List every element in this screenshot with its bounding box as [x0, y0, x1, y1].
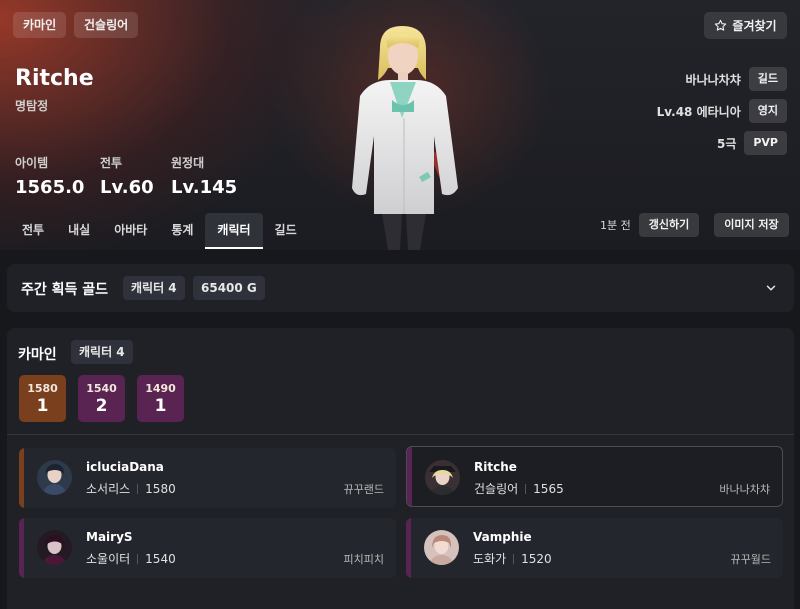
separator: [137, 483, 139, 494]
profile-tabs: 전투 내실 아바타 통계 캐릭터 길드: [10, 213, 309, 249]
stat-value: Lv.145: [171, 177, 238, 198]
divider: [7, 434, 794, 435]
tab-internal[interactable]: 내실: [56, 213, 102, 249]
level-count-value: 1: [36, 396, 49, 416]
save-image-button[interactable]: 이미지 저장: [714, 213, 789, 237]
character-meta: 건슬링어 1565: [474, 480, 564, 497]
pvp-rank: 5극: [716, 136, 737, 151]
pvp-tag: PVP: [744, 131, 787, 155]
weekly-gold-panel[interactable]: 주간 획득 골드 캐릭터 4 65400 G: [7, 264, 794, 312]
character-name: icluciaDana: [86, 460, 164, 474]
character-class: 건슬링어: [474, 482, 519, 496]
character-level: 1565: [533, 481, 564, 496]
card-accent-bar: [406, 518, 411, 578]
last-updated: 1분 전: [600, 219, 631, 232]
character-title: 명탐정: [15, 99, 49, 113]
star-icon: [715, 19, 727, 31]
character-class: 소울이터: [86, 552, 131, 566]
level-count-level: 1580: [27, 382, 58, 395]
character-card[interactable]: MairyS 소울이터 1540 피치피치: [19, 518, 396, 578]
character-guild: 바나나차챠: [719, 483, 770, 496]
estate-info: Lv.48 에타니아 영지: [657, 99, 787, 123]
favorite-label: 즐겨찾기: [732, 19, 777, 33]
server-characters-panel: 카마인 캐릭터 4 1580 1 1540 2 1490 1 icluciaDa…: [7, 328, 794, 609]
tab-characters[interactable]: 캐릭터: [205, 213, 263, 249]
stat-item-level: 아이템 1565.0: [15, 154, 84, 198]
character-guild: 뀨꾸월드: [730, 553, 771, 566]
stat-label: 원정대: [171, 156, 205, 170]
stat-combat-level: 전투 Lv.60: [100, 154, 154, 198]
weekly-gold-amount: 65400 G: [193, 276, 265, 300]
character-meta: 도화가 1520: [473, 550, 552, 567]
weekly-gold-character-count: 캐릭터 4: [123, 276, 185, 300]
character-card[interactable]: icluciaDana 소서리스 1580 뀨꾸랜드: [19, 448, 396, 508]
tab-combat[interactable]: 전투: [10, 213, 56, 249]
character-meta: 소서리스 1580: [86, 480, 176, 497]
guild-tag: 길드: [748, 67, 787, 91]
avatar: [37, 460, 72, 495]
pvp-info: 5극 PVP: [717, 131, 787, 155]
tab-guild[interactable]: 길드: [263, 213, 309, 249]
server-character-count: 캐릭터 4: [71, 340, 133, 364]
character-card-selected[interactable]: Ritche 건슬링어 1565 바나나차챠: [406, 446, 783, 507]
update-controls: 1분 전 갱신하기 이미지 저장: [600, 213, 789, 237]
chevron-down-icon[interactable]: [764, 281, 778, 295]
character-guild: 피치피치: [343, 553, 384, 566]
level-count-box: 1580 1: [19, 375, 66, 422]
level-count-level: 1540: [86, 382, 117, 395]
character-level: 1580: [145, 481, 176, 496]
avatar: [37, 530, 72, 565]
character-name: Ritche: [474, 460, 517, 474]
character-name: Vamphie: [473, 530, 532, 544]
tab-statistics[interactable]: 통계: [159, 213, 205, 249]
character-card[interactable]: Vamphie 도화가 1520 뀨꾸월드: [406, 518, 783, 578]
character-class: 소서리스: [86, 482, 131, 496]
favorite-button[interactable]: 즐겨찾기: [704, 12, 787, 39]
character-name: MairyS: [86, 530, 133, 544]
tab-avatar[interactable]: 아바타: [102, 213, 159, 249]
character-guild: 뀨꾸랜드: [343, 483, 384, 496]
character-meta: 소울이터 1540: [86, 550, 176, 567]
character-level: 1540: [145, 551, 176, 566]
separator: [137, 553, 139, 564]
card-accent-bar: [19, 448, 24, 508]
character-portrait: [352, 26, 458, 250]
separator: [513, 553, 515, 564]
weekly-gold-title: 주간 획득 골드: [21, 282, 109, 298]
stat-value: 1565.0: [15, 177, 85, 198]
stat-expedition-level: 원정대 Lv.145: [171, 154, 237, 198]
card-accent-bar: [19, 518, 24, 578]
level-count-box: 1540 2: [78, 375, 125, 422]
estate-tag: 영지: [748, 99, 787, 123]
server-chip: 카마인: [13, 12, 67, 38]
separator: [525, 483, 527, 494]
level-count-value: 1: [154, 396, 167, 416]
character-class: 도화가: [473, 552, 507, 566]
class-chip: 건슬링어: [74, 12, 139, 38]
card-accent-bar: [407, 447, 412, 506]
profile-header: 카마인 건슬링어 Ritche 명탐정 아이템 1565.0 전투 Lv.60 …: [0, 0, 800, 250]
avatar: [425, 460, 460, 495]
stat-label: 아이템: [15, 156, 49, 170]
refresh-button[interactable]: 갱신하기: [638, 213, 700, 237]
character-name: Ritche: [15, 66, 94, 91]
avatar: [424, 530, 459, 565]
estate-name: Lv.48 에타니아: [656, 104, 741, 119]
level-count-value: 2: [95, 396, 108, 416]
character-level: 1520: [521, 551, 552, 566]
level-count-level: 1490: [145, 382, 176, 395]
guild-info: 바나나차챠 길드: [686, 67, 787, 91]
server-name: 카마인: [18, 347, 57, 363]
stat-label: 전투: [100, 156, 123, 170]
level-count-box: 1490 1: [137, 375, 184, 422]
stat-value: Lv.60: [100, 177, 154, 198]
guild-name: 바나나차챠: [685, 72, 741, 87]
